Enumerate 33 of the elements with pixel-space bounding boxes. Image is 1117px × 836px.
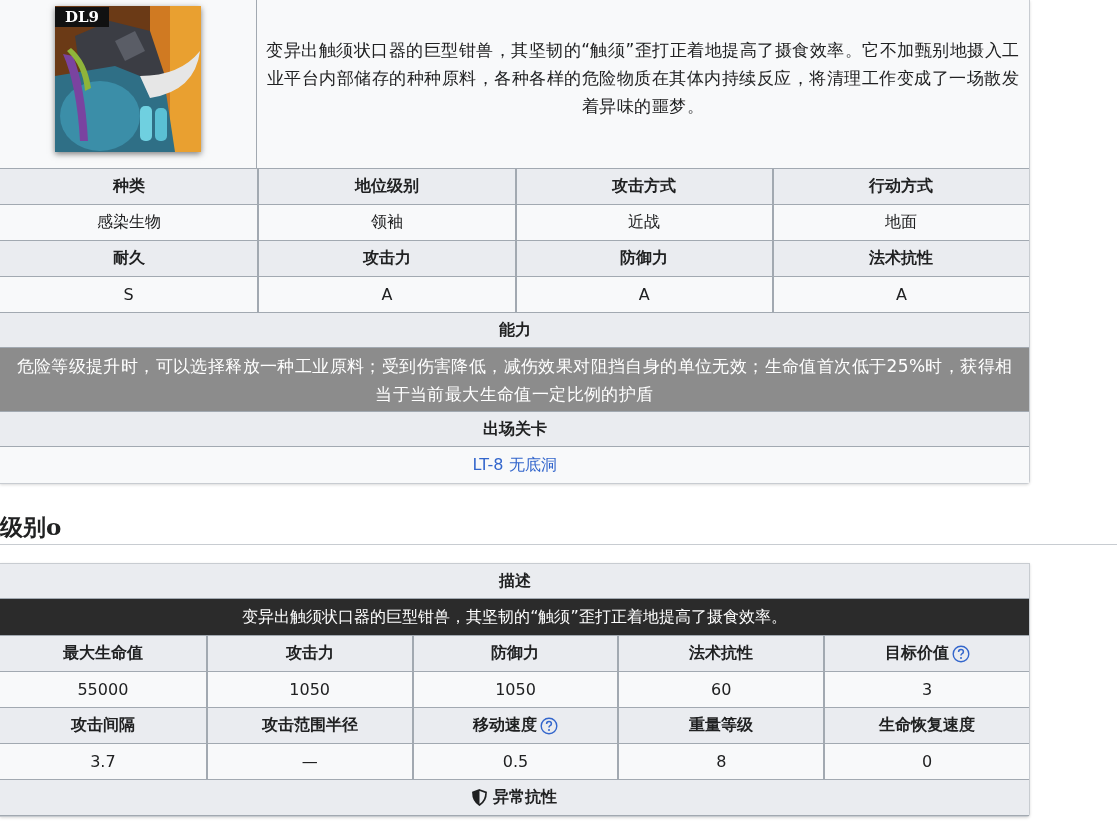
table-cell: 3.7 [90,752,116,771]
level-badge: DL9 [55,7,109,27]
enemy-description: 变异出触须状口器的巨型钳兽，其坚韧的“触须”歪打正着地提高了摄食效率。它不加甄别地摄入工业平台内部储存的种种原料，各种各样的危险物质在其体内持续反应，将清理工作变成了一场散发着异味的噩梦。 [265,39,1021,118]
column-header: 攻击间隔 [70,715,135,736]
table-cell: — [301,752,318,771]
table-cell: 8 [716,752,727,771]
table-cell: 55000 [77,680,129,699]
column-header: 最大生命值 [62,643,143,664]
section-header: 能力 [0,313,1029,348]
column-header: 目标价值 [884,643,949,664]
column-header: 攻击力 [285,643,334,664]
column-header: 攻击范围半径 [261,715,358,736]
column-header: 防御力 [491,643,540,664]
section-header: 描述 [0,564,1029,599]
column-header: 重量等级 [689,715,754,736]
table-cell: 60 [711,680,732,699]
section-heading: 级别o [0,512,63,542]
shield-icon [472,789,487,806]
table-cell: 1050 [289,680,331,699]
column-header: 法术抗性 [689,643,754,664]
help-icon[interactable] [540,716,558,735]
section-header: 出场关卡 [0,412,1029,447]
column-header: 移动速度 [473,715,537,736]
table-cell: 0.5 [502,752,529,771]
description-text: 变异出触须状口器的巨型钳兽，其坚韧的“触须”歪打正着地提高了摄食效率。 [0,599,1029,636]
table-cell: 0 [922,752,933,771]
table-cell: 1050 [495,680,536,699]
table-cell: 3 [922,680,933,699]
stage-link[interactable]: LT-8 无底洞 [472,454,557,476]
section-header: 异常抗性 [493,787,557,808]
help-icon[interactable] [951,644,970,663]
ability-text: 危险等级提升时，可以选择释放一种工业原料；受到伤害降低，减伤效果对阻挡自身的单位无效；生命值首次低于25%时，获得相当于当前最大生命值一定比例的护盾 [0,348,1029,412]
column-header: 生命恢复速度 [879,715,976,736]
